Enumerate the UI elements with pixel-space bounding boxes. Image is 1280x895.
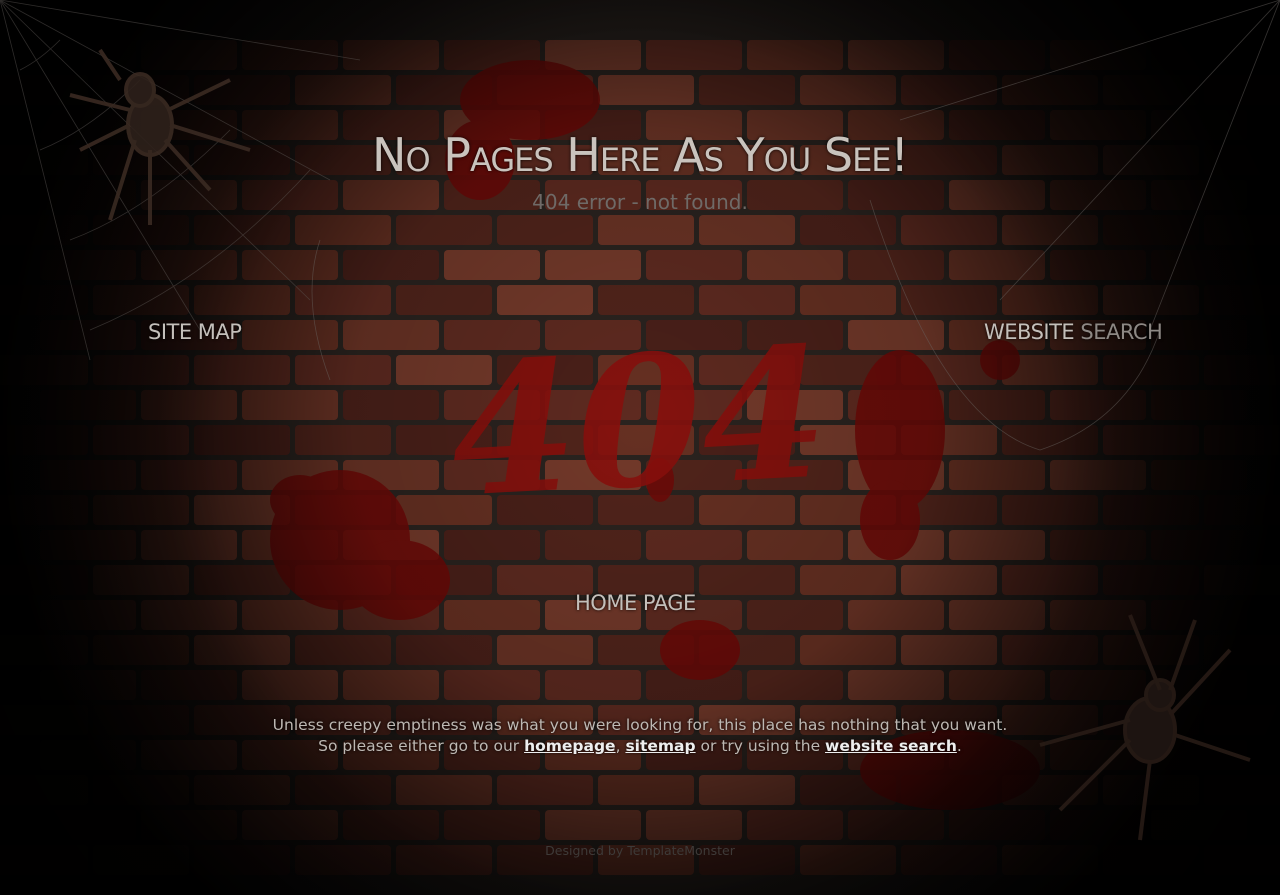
website-search-link[interactable]: WEBSITE SEARCH <box>984 320 1163 344</box>
homepage-inline-link[interactable]: homepage <box>524 737 616 755</box>
message-suffix: . <box>956 737 962 755</box>
sitemap-inline-link[interactable]: sitemap <box>625 737 695 755</box>
designer-credit: Designed by TemplateMonster <box>545 843 735 858</box>
message-middle: or try using the <box>695 737 826 755</box>
site-map-link[interactable]: SITE MAP <box>148 320 242 344</box>
home-page-link[interactable]: HOME PAGE <box>575 591 696 615</box>
error-message: Unless creepy emptiness was what you wer… <box>0 715 1280 757</box>
error-page: 404 <box>0 0 1280 895</box>
message-line-1: Unless creepy emptiness was what you wer… <box>272 716 1008 734</box>
page-title: No Pages Here As You See! <box>372 128 909 182</box>
message-prefix: So please either go to our <box>318 737 525 755</box>
website-search-label-part1: WEBSITE <box>984 320 1075 344</box>
website-search-label-part2: SEARCH <box>1074 320 1163 344</box>
message-separator: , <box>615 737 626 755</box>
website-search-inline-link[interactable]: website search <box>825 737 957 755</box>
message-line-2: So please either go to our homepage, sit… <box>0 736 1280 757</box>
error-subtitle: 404 error - not found. <box>532 190 748 214</box>
